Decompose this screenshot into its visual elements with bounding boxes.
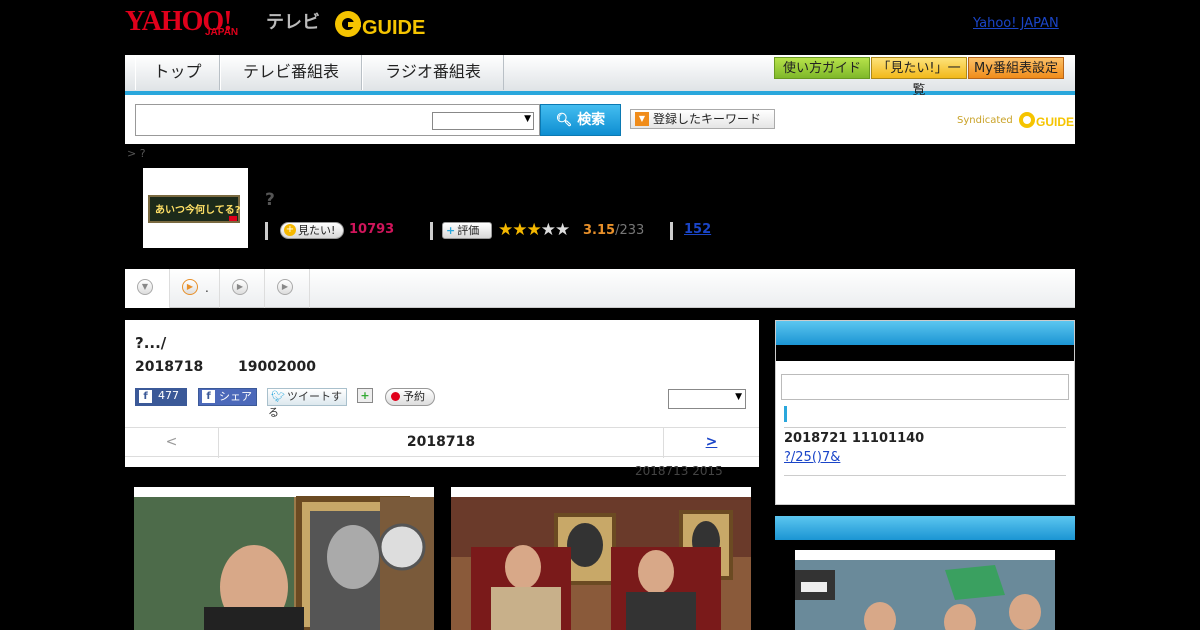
svg-text:あいつ今何してる?: あいつ今何してる? xyxy=(155,203,241,216)
divider xyxy=(784,475,1066,476)
pager-current: 2018718 xyxy=(406,434,476,450)
episode-photo-1[interactable] xyxy=(134,487,434,630)
sidebar-panel-subheader xyxy=(776,345,1074,361)
tweet-button[interactable]: 🐦︎ ツイートする xyxy=(267,388,347,419)
episode-note: 2018713 2015 xyxy=(635,464,723,478)
rate-button[interactable]: + 評価 xyxy=(442,222,492,239)
want-to-watch-label: 見たい! xyxy=(298,224,336,237)
reserve-button[interactable]: 予約 xyxy=(385,388,435,406)
search-button-label: 検索 xyxy=(577,112,606,128)
plus-icon: + xyxy=(284,224,296,236)
divider xyxy=(670,222,673,240)
tab-overview[interactable]: ▼ xyxy=(125,269,170,308)
star-empty-icon: ★ xyxy=(540,220,556,240)
sidebar-panel: 2018721 11101140 ?/25()7& xyxy=(775,320,1075,505)
search-button[interactable]: 🔍︎ 検索 xyxy=(540,104,621,136)
tab-item-4[interactable]: ▶ xyxy=(265,269,310,308)
episode-date: 2018718 xyxy=(135,359,204,375)
want-list-button[interactable]: 「見たい!」一覧 xyxy=(871,57,967,98)
svg-text:GUIDE: GUIDE xyxy=(362,17,425,39)
program-thumbnail: あいつ今何してる? xyxy=(143,168,248,248)
search-category-select[interactable]: ▼ xyxy=(432,112,534,130)
plus-icon: + xyxy=(446,224,456,237)
svg-text:GUIDE: GUIDE xyxy=(1036,115,1074,129)
episode-card: ?.../ 2018718 19002000 f 477 f シェア 🐦︎ ツイートす… xyxy=(125,320,759,467)
search-icon: 🔍︎ xyxy=(555,113,573,128)
want-count: 10793 xyxy=(349,222,395,237)
nav-tab-top[interactable]: トップ xyxy=(135,55,220,90)
my-schedule-settings-button[interactable]: My番組表設定 xyxy=(968,57,1064,79)
bookmark-add-button[interactable]: + xyxy=(357,388,375,406)
divider xyxy=(430,222,433,240)
facebook-like-count: 477 xyxy=(158,389,179,402)
pager-prev[interactable]: < xyxy=(125,428,219,458)
program-title: ? xyxy=(265,190,275,210)
sidebar-episode-link[interactable]: ?/25()7& xyxy=(784,450,840,465)
record-dot-icon xyxy=(391,392,400,401)
sidebar-broadcast-date: 2018721 11101140 xyxy=(784,431,925,446)
nav-tab-tv-schedule[interactable]: テレビ番組表 xyxy=(220,55,362,90)
bookmark-plus-icon: + xyxy=(357,388,373,403)
facebook-like-button[interactable]: f 477 xyxy=(135,388,187,406)
gguide-logo[interactable]: GUIDE xyxy=(334,8,432,40)
rate-label: 評価 xyxy=(457,224,480,237)
divider xyxy=(265,222,268,240)
yahoo-japan-link[interactable]: Yahoo! JAPAN xyxy=(973,16,1059,31)
program-tab-bar: ▼ ▶ . ▶ ▶ xyxy=(125,269,1075,308)
facebook-icon: f xyxy=(202,390,215,403)
arrow-down-icon: ▼ xyxy=(635,112,649,126)
play-icon: ▶ xyxy=(232,279,248,295)
play-icon: ▶ xyxy=(182,279,198,295)
play-icon: ▶ xyxy=(277,279,293,295)
sidebar-panel-header xyxy=(776,321,1074,345)
pager-next[interactable]: > xyxy=(663,428,759,458)
episode-photo-2[interactable] xyxy=(451,487,751,630)
tv-logo-text[interactable]: テレビ xyxy=(266,8,320,34)
tab-item-3[interactable]: ▶ xyxy=(220,269,265,308)
star-filled-icon: ★ xyxy=(512,220,527,240)
review-count-link[interactable]: 152 xyxy=(684,222,711,237)
tab-episodes-label: . xyxy=(205,281,209,295)
want-to-watch-button[interactable]: + 見たい! xyxy=(280,222,344,239)
chevron-down-icon: ▼ xyxy=(735,392,742,402)
episode-title: ?.../ xyxy=(135,334,167,352)
sidebar-section-marker xyxy=(784,406,787,422)
nav-tab-radio-schedule[interactable]: ラジオ番組表 xyxy=(362,55,504,90)
rating-stars: ★★★★★ xyxy=(498,220,570,240)
episode-pager: < 2018718 > xyxy=(125,427,759,458)
guide-button[interactable]: 使い方ガイド xyxy=(774,57,870,79)
sidebar-photo[interactable] xyxy=(795,550,1055,630)
facebook-share-label: シェア xyxy=(219,390,252,403)
syndicated-gguide-logo: Syndicated GUIDE xyxy=(957,110,1074,130)
twitter-bird-icon: 🐦︎ xyxy=(271,390,285,403)
star-empty-icon: ★ xyxy=(555,220,570,240)
rating-score: 3.15/233 xyxy=(583,223,644,238)
syndicated-label: Syndicated xyxy=(957,115,1013,126)
facebook-share-button[interactable]: f シェア xyxy=(198,388,257,406)
search-bar: ▼ 🔍︎ 検索 ▼ 登録したキーワード Syndicated GUIDE xyxy=(125,95,1075,144)
star-filled-icon: ★ xyxy=(498,220,513,240)
chevron-down-icon: ▼ xyxy=(524,114,531,124)
episode-time: 19002000 xyxy=(238,359,316,375)
divider xyxy=(784,427,1066,428)
episode-select[interactable]: ▼ xyxy=(668,389,746,409)
rating-value: 3.15 xyxy=(583,223,616,238)
sidebar-panel-2-header xyxy=(775,516,1075,540)
sidebar-search-input[interactable] xyxy=(781,374,1069,400)
rating-count: /233 xyxy=(615,223,645,238)
main-nav: トップ テレビ番組表 ラジオ番組表 使い方ガイド 「見たい!」一覧 My番組表設… xyxy=(125,55,1075,98)
gguide-small-logo: GUIDE xyxy=(1018,110,1074,130)
facebook-icon: f xyxy=(139,390,152,403)
sidebar-panel-2 xyxy=(775,516,1075,630)
star-filled-icon: ★ xyxy=(526,220,542,240)
yahoo-japan-logo-text: JAPAN xyxy=(205,27,239,38)
tab-episodes[interactable]: ▶ . xyxy=(170,269,220,308)
chevron-down-icon: ▼ xyxy=(137,279,153,295)
breadcrumb: > ? xyxy=(127,147,146,160)
registered-keywords-button[interactable]: ▼ 登録したキーワード xyxy=(630,109,775,129)
reserve-label: 予約 xyxy=(403,390,425,403)
registered-keywords-label: 登録したキーワード xyxy=(653,112,762,126)
